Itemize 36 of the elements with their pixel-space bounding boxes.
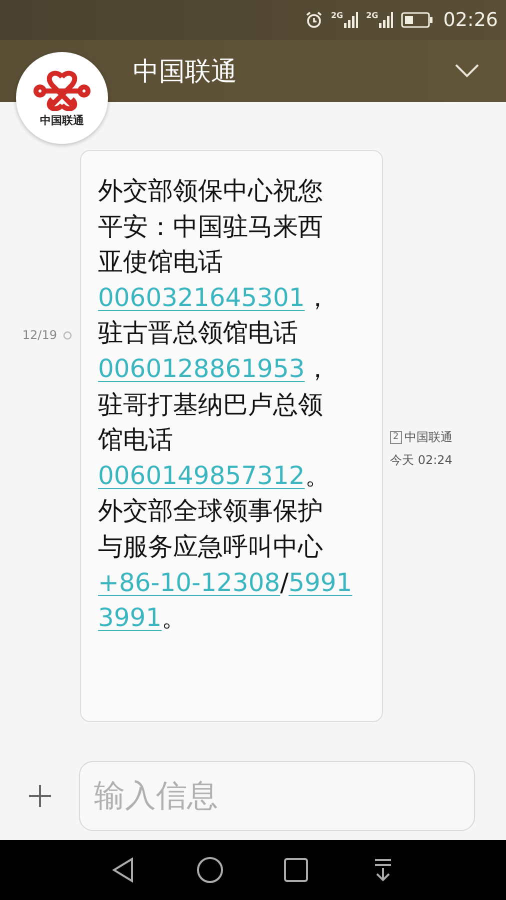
home-icon[interactable]: [194, 855, 225, 885]
message-text: 外交部领保中心祝您: [98, 176, 323, 205]
phone-link[interactable]: 3991: [98, 603, 162, 632]
message-input[interactable]: 输入信息: [79, 761, 475, 831]
network-type-label: 2G: [330, 12, 344, 20]
battery-icon: [401, 12, 434, 28]
knot-logo-icon: [33, 68, 91, 110]
message-text: 驻哥打基纳巴卢总领: [98, 390, 323, 419]
signal-icon: [379, 12, 394, 28]
message-text: 驻古晋总领馆电话: [98, 318, 298, 348]
message-date: 12/19: [22, 328, 57, 342]
network-type-label: 2G: [366, 12, 378, 20]
message-text: 亚使馆电话: [98, 247, 223, 276]
phone-link[interactable]: 0060321645301: [98, 282, 305, 312]
message-text: 与服务应急呼叫中心: [98, 532, 323, 561]
message-text: ，: [304, 354, 330, 383]
alarm-icon: [304, 11, 323, 29]
avatar-label: 中国联通: [40, 112, 84, 128]
signal-icon: [344, 12, 358, 28]
status-time: 02:26: [443, 9, 498, 31]
message-time: 今天 02:24: [390, 452, 453, 469]
sim-badge: 2: [390, 431, 402, 444]
phone-link[interactable]: 0060128861953: [98, 354, 305, 383]
message-text: 平安：中国驻马来西: [98, 212, 323, 241]
message-text: 外交部全球领事保护: [98, 496, 323, 526]
phone-link[interactable]: 5991: [288, 568, 352, 597]
sender-name: 中国联通: [404, 429, 453, 446]
message-text: 。: [304, 460, 330, 490]
message-text: 馆电话: [98, 425, 173, 454]
phone-link[interactable]: 0060149857312: [98, 460, 305, 490]
phone-link[interactable]: +86-10-12308: [98, 568, 280, 597]
timeline-dot-icon: [63, 330, 72, 340]
conversation-title: 中国联通: [133, 56, 238, 88]
message-text: ，: [304, 282, 330, 312]
message-text: /: [280, 568, 289, 597]
message-text: 。: [162, 603, 187, 632]
